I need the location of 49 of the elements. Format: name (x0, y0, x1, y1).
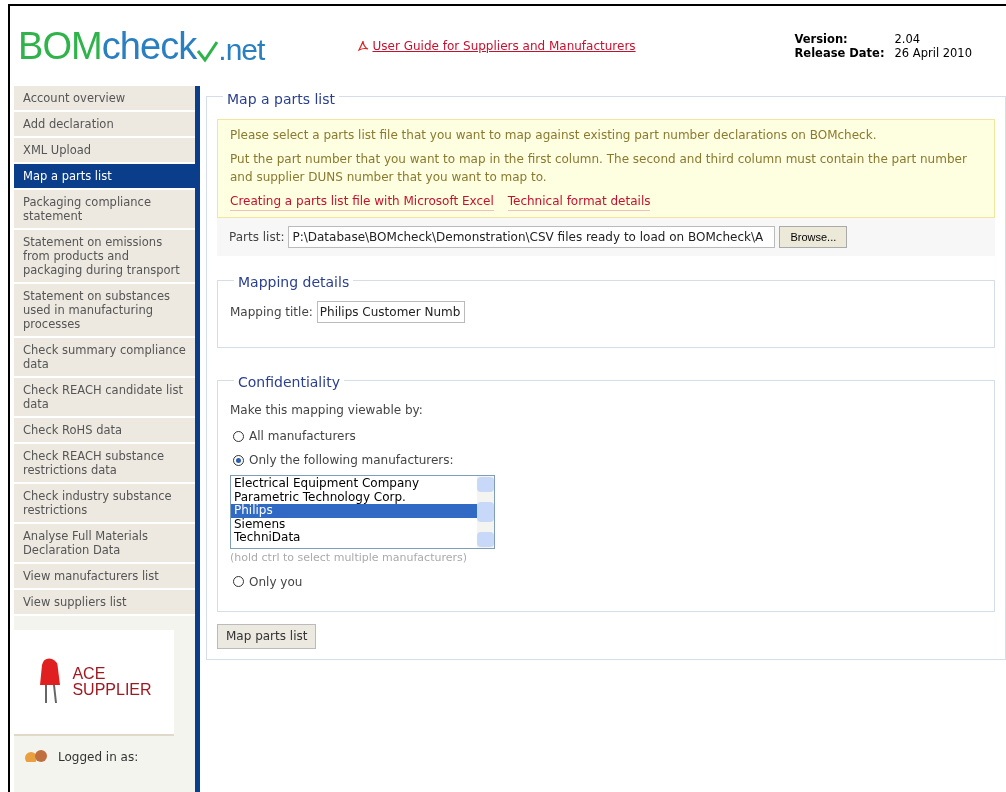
radio-button[interactable] (233, 576, 244, 587)
manufacturer-option[interactable]: Philips (231, 504, 477, 518)
help-link[interactable]: Creating a parts list file with Microsoft Excel (230, 192, 494, 211)
radio-label[interactable]: Only the following manufacturers: (249, 451, 454, 469)
sidebar-item[interactable]: Check REACH candidate list data (14, 378, 195, 418)
help-link[interactable]: Technical format details (507, 192, 651, 211)
radio-button[interactable] (233, 430, 244, 442)
manufacturer-option[interactable]: Parametric Technology Corp. (231, 490, 477, 505)
site-logo[interactable]: BOMcheck .net (18, 27, 265, 65)
sidebar-item[interactable]: Analyse Full Materials Declaration Data (14, 524, 195, 564)
company-name: SUPPLIER (72, 682, 152, 698)
logged-in-label: Logged in as: (58, 749, 139, 766)
sidebar-item[interactable]: Packaging compliance statement (14, 190, 195, 230)
file-path-field[interactable]: P:\Database\BOMcheck\Demonstration\CSV files ready to load on BOMcheck\A (288, 226, 776, 248)
browse-button[interactable]: Browse... (779, 226, 848, 248)
scrollbar[interactable] (477, 476, 494, 548)
prompt-text: Make this mapping viewable by: (230, 402, 424, 419)
sidebar-item[interactable]: View suppliers list (14, 590, 195, 616)
sidebar-item[interactable]: Check RoHS data (14, 418, 195, 444)
manufacturer-option[interactable]: TechniData (231, 531, 477, 545)
manufacturer-option[interactable]: Siemens (231, 517, 477, 532)
release-date-value: 26 April 2010 (894, 46, 972, 60)
sidebar-item[interactable]: Check industry substance restrictions (14, 484, 195, 524)
manufacturer-option[interactable]: Electrical Equipment Company (231, 477, 477, 491)
sidebar-item[interactable]: Statement on emissions from products and packaging during transport (14, 230, 195, 284)
sidebar-item[interactable]: Account overview (14, 86, 195, 112)
release-date-label: Release Date: (794, 46, 885, 60)
users-icon (22, 748, 50, 762)
radio-label[interactable]: All manufacturers (249, 427, 356, 445)
sidebar-item[interactable]: View manufacturers list (14, 564, 195, 590)
instruction-text: Please select a parts list file that you want to map against existing part number declarations on BOMcheck. (230, 127, 878, 144)
hint-text: (hold ctrl to select multiple manufacturers) (230, 550, 469, 566)
sidebar-item[interactable]: Check REACH substance restrictions data (14, 444, 195, 484)
sidebar-item[interactable]: Map a parts list (14, 164, 195, 190)
sidebar-item[interactable]: Statement on substances used in manufacturing processes (14, 284, 195, 338)
instruction-text: Put the part number that you want to map in the first column. The second and third column must contain the part number and supplier DUNS number that you want to map to. (230, 151, 968, 186)
version-label: Version: (794, 32, 849, 46)
field-label: Parts list: (229, 229, 285, 246)
sidebar-item[interactable]: XML Upload (14, 138, 195, 164)
map-parts-list-button[interactable]: Map parts list (217, 623, 317, 649)
company-name: ACE (72, 666, 107, 682)
user-guide-link[interactable]: User Guide for Suppliers and Manufacturers (372, 37, 636, 55)
version-value: 2.04 (894, 32, 922, 46)
field-label: Mapping title: (230, 304, 313, 321)
radio-button[interactable] (233, 454, 244, 466)
sidebar-item[interactable]: Check summary compliance data (14, 338, 195, 378)
mapping-title-field[interactable]: Philips Customer Numb (316, 301, 465, 323)
radio-label[interactable]: Only you (249, 572, 303, 591)
sidebar-item[interactable]: Add declaration (14, 112, 195, 138)
